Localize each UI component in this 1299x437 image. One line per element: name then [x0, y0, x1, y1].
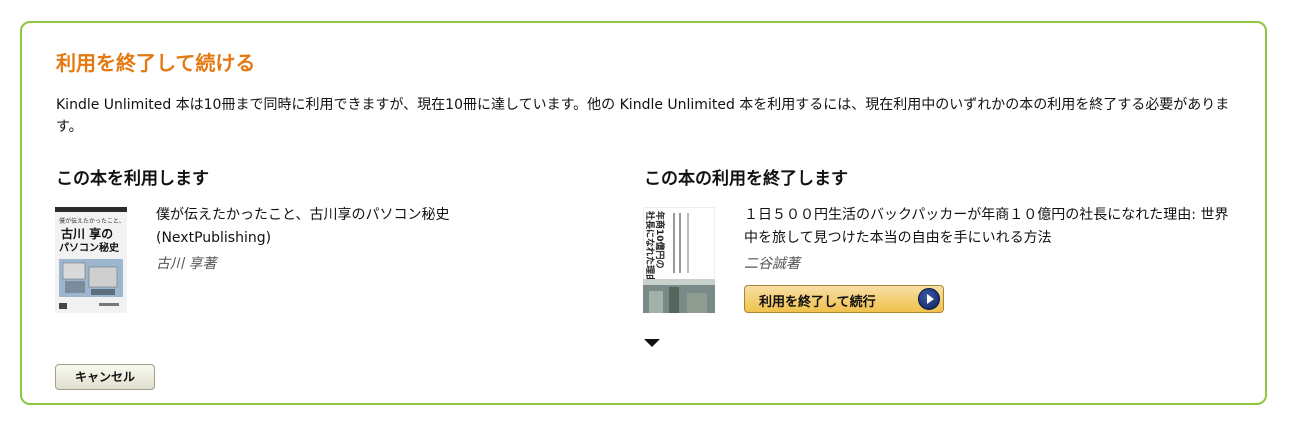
expand-more-icon[interactable] [644, 339, 660, 347]
return-book-title[interactable]: １日５００円生活のバックパッカーが年商１０億円の社長になれた理由: 世界中を旅し… [744, 204, 1234, 250]
return-book-cover: 年商10億円の 社長になれた理由 [643, 207, 715, 313]
borrow-book-title[interactable]: 僕が伝えたかったこと、古川享のパソコン秘史 (NextPublishing) [156, 204, 556, 250]
borrow-book-cover: 僕が伝えたかったこと、 古川 享の パソコン秘史 [55, 207, 127, 313]
return-heading: この本の利用を終了します [644, 169, 848, 189]
cancel-button[interactable]: キャンセル [55, 364, 155, 390]
return-book-author: 二谷誠著 [744, 256, 800, 272]
dialog-description: Kindle Unlimited 本は10冊まで同時に利用できますが、現在10冊… [56, 97, 1230, 135]
cover-text-line: 古川 享の [61, 226, 113, 241]
cover-text-line: 社長になれた理由 [644, 210, 656, 283]
cover-text-line: パソコン秘史 [59, 241, 120, 254]
return-and-continue-button[interactable]: 利用を終了して続行 [744, 285, 944, 313]
cover-text-line: 年商10億円の [654, 211, 666, 269]
arrow-right-icon [918, 288, 940, 310]
borrow-heading: この本を利用します [56, 169, 209, 189]
return-book-dialog: 利用を終了して続ける Kindle Unlimited 本は10冊まで同時に利用… [20, 21, 1267, 405]
dialog-title: 利用を終了して続ける [56, 51, 256, 75]
borrow-book-author: 古川 享著 [156, 256, 217, 272]
return-button-label: 利用を終了して続行 [759, 295, 876, 310]
cover-text-line: 僕が伝えたかったこと、 [59, 217, 125, 225]
